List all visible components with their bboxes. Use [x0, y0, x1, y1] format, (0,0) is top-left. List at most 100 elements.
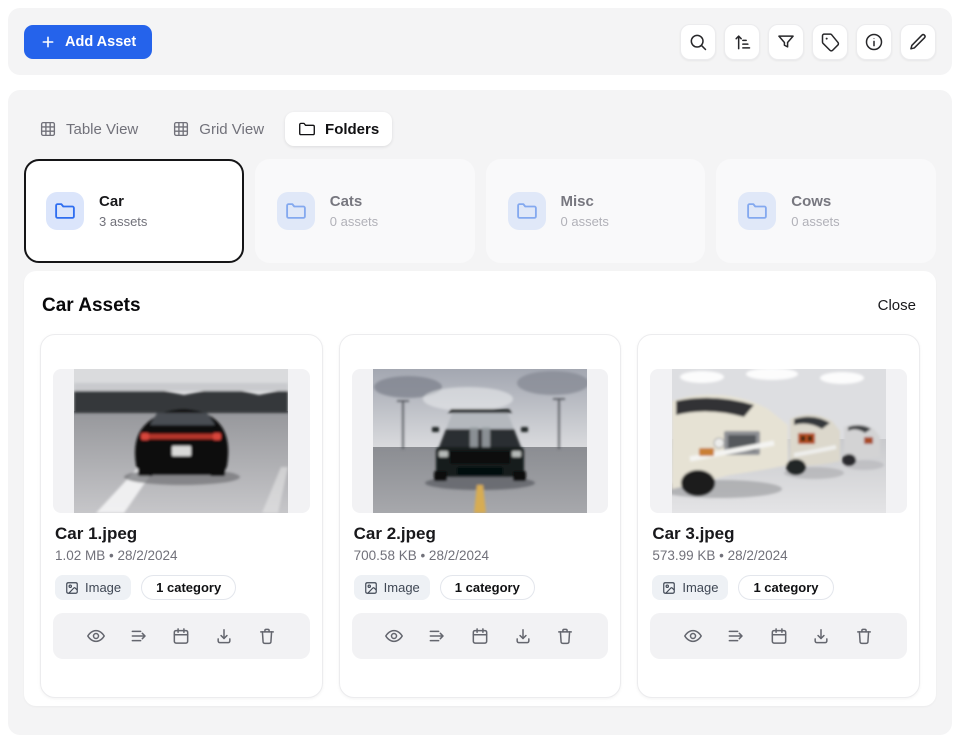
download-button[interactable] [807, 622, 835, 650]
download-button[interactable] [509, 622, 537, 650]
search-icon [688, 32, 708, 52]
filter-icon [776, 32, 796, 52]
image-icon [65, 581, 79, 595]
asset-filename: Car 2.jpeg [352, 524, 609, 544]
folder-icon [508, 192, 546, 230]
preview-button[interactable] [380, 622, 408, 650]
type-badge: Image [652, 575, 728, 600]
filter-button[interactable] [768, 24, 804, 60]
folder-card-car[interactable]: Car 3 assets [24, 159, 244, 263]
calendar-icon [769, 626, 789, 646]
delete-button[interactable] [850, 622, 878, 650]
table-view-icon [39, 120, 57, 138]
asset-action-bar [352, 613, 609, 659]
asset-thumbnail [650, 369, 907, 513]
download-icon [811, 626, 831, 646]
badge-row: Image 1 category [53, 575, 310, 600]
badge-row: Image 1 category [352, 575, 609, 600]
eye-icon [683, 626, 703, 646]
category-badge: 1 category [440, 575, 535, 600]
toolbar-actions [680, 24, 936, 60]
eye-icon [384, 626, 404, 646]
calendar-button[interactable] [167, 622, 195, 650]
calendar-button[interactable] [466, 622, 494, 650]
calendar-icon [470, 626, 490, 646]
folder-icon [738, 192, 776, 230]
move-to-button[interactable] [722, 622, 750, 650]
folder-card-text: Cows 0 assets [791, 193, 839, 229]
badge-row: Image 1 category [650, 575, 907, 600]
type-badge: Image [354, 575, 430, 600]
preview-button[interactable] [82, 622, 110, 650]
folder-icon [277, 192, 315, 230]
delete-button[interactable] [551, 622, 579, 650]
asset-filename: Car 1.jpeg [53, 524, 310, 544]
tag-button[interactable] [812, 24, 848, 60]
sort-button[interactable] [724, 24, 760, 60]
info-button[interactable] [856, 24, 892, 60]
type-badge-label: Image [85, 580, 121, 595]
calendar-button[interactable] [765, 622, 793, 650]
folder-card-cats[interactable]: Cats 0 assets [255, 159, 475, 263]
folder-count: 0 assets [561, 214, 609, 229]
move-to-icon [726, 626, 746, 646]
asset-card-car3[interactable]: Car 3.jpeg 573.99 KB • 28/2/2024 Image 1… [637, 334, 920, 698]
asset-action-bar [53, 613, 310, 659]
asset-filename: Car 3.jpeg [650, 524, 907, 544]
trash-icon [854, 626, 874, 646]
folder-card-text: Cats 0 assets [330, 193, 378, 229]
tab-table-view[interactable]: Table View [26, 112, 151, 146]
folder-name: Cows [791, 193, 839, 211]
search-button[interactable] [680, 24, 716, 60]
calendar-icon [171, 626, 191, 646]
move-to-button[interactable] [125, 622, 153, 650]
folder-count: 0 assets [330, 214, 378, 229]
assets-panel: Car Assets Close [24, 271, 936, 706]
asset-card-car2[interactable]: Car 2.jpeg 700.58 KB • 28/2/2024 Image 1… [339, 334, 622, 698]
folder-card-text: Misc 0 assets [561, 193, 609, 229]
assets-header: Car Assets Close [40, 287, 920, 334]
tab-grid-view[interactable]: Grid View [159, 112, 277, 146]
folder-icon [46, 192, 84, 230]
asset-grid: Car 1.jpeg 1.02 MB • 28/2/2024 Image 1 c… [40, 334, 920, 698]
folder-card-cows[interactable]: Cows 0 assets [716, 159, 936, 263]
tag-icon [820, 32, 840, 52]
grid-view-icon [172, 120, 190, 138]
type-badge-label: Image [384, 580, 420, 595]
assets-panel-title: Car Assets [42, 295, 141, 317]
asset-meta: 573.99 KB • 28/2/2024 [650, 548, 907, 563]
folder-name: Cats [330, 193, 378, 211]
folder-name: Car [99, 193, 147, 211]
preview-button[interactable] [679, 622, 707, 650]
add-asset-label: Add Asset [65, 34, 136, 50]
move-to-icon [129, 626, 149, 646]
folder-card-misc[interactable]: Misc 0 assets [486, 159, 706, 263]
tab-table-view-label: Table View [66, 121, 138, 138]
folder-icon [298, 120, 316, 138]
delete-button[interactable] [253, 622, 281, 650]
tab-folders[interactable]: Folders [285, 112, 392, 146]
type-badge: Image [55, 575, 131, 600]
add-asset-button[interactable]: Add Asset [24, 25, 152, 59]
edit-button[interactable] [900, 24, 936, 60]
asset-meta: 1.02 MB • 28/2/2024 [53, 548, 310, 563]
asset-card-car1[interactable]: Car 1.jpeg 1.02 MB • 28/2/2024 Image 1 c… [40, 334, 323, 698]
folder-card-text: Car 3 assets [99, 193, 147, 229]
asset-thumbnail [352, 369, 609, 513]
main-panel: Table View Grid View Folders Car 3 asset… [8, 90, 952, 735]
tab-folders-label: Folders [325, 121, 379, 138]
top-toolbar: Add Asset [8, 8, 952, 75]
eye-icon [86, 626, 106, 646]
plus-icon [40, 34, 56, 50]
type-badge-label: Image [682, 580, 718, 595]
info-icon [864, 32, 884, 52]
download-icon [214, 626, 234, 646]
asset-thumbnail [53, 369, 310, 513]
move-to-button[interactable] [423, 622, 451, 650]
download-button[interactable] [210, 622, 238, 650]
edit-icon [908, 32, 928, 52]
close-button[interactable]: Close [876, 293, 918, 318]
folder-count: 3 assets [99, 214, 147, 229]
view-tabs: Table View Grid View Folders [24, 112, 936, 146]
asset-action-bar [650, 613, 907, 659]
